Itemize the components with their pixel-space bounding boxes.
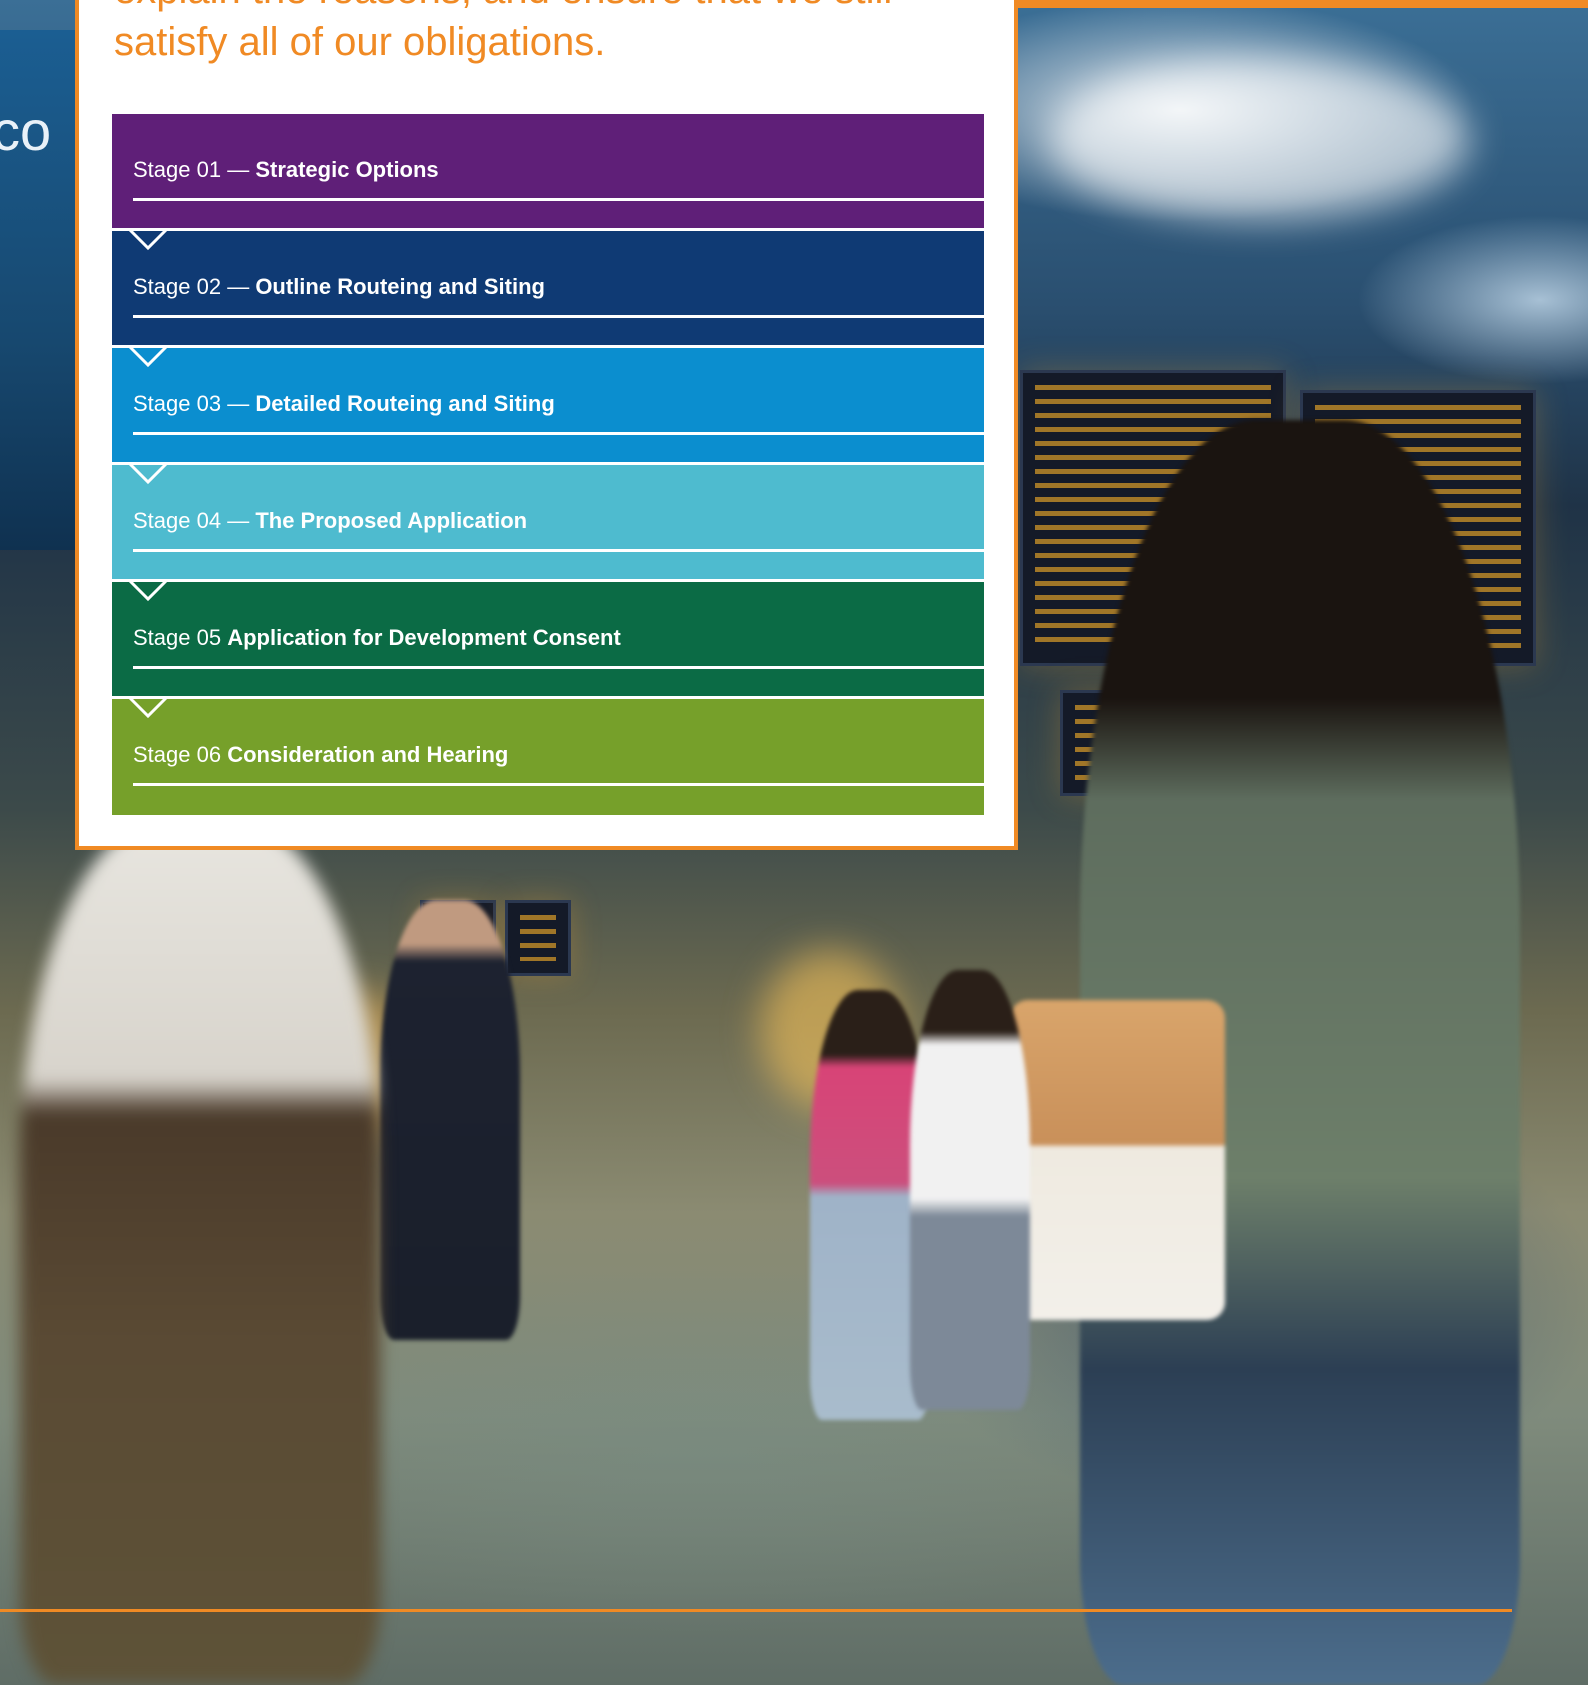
stage-label: Stage 03 — Detailed Routeing and Siting <box>133 391 984 417</box>
stage-underline <box>133 549 984 552</box>
stage-separator: — <box>221 157 256 182</box>
stage-row-04: Stage 04 — The Proposed Application <box>112 462 984 582</box>
stage-row-02: Stage 02 — Outline Routeing and Siting <box>112 228 984 348</box>
stage-number: Stage 05 <box>133 625 222 650</box>
stage-title: Detailed Routeing and Siting <box>255 391 555 416</box>
stage-number: Stage 06 <box>133 742 222 767</box>
stage-row-01: Stage 01 — Strategic Options <box>112 114 984 231</box>
stage-number: Stage 03 <box>133 391 222 416</box>
stage-separator: — <box>221 274 256 299</box>
stage-row-05: Stage 05 Application for Development Con… <box>112 579 984 699</box>
chevron-down-icon <box>128 696 168 719</box>
chevron-down-icon <box>128 462 168 485</box>
station-sign-text: co <box>0 99 52 162</box>
stage-label: Stage 01 — Strategic Options <box>133 157 984 183</box>
blurred-walker-figure <box>20 820 380 1685</box>
bag <box>1010 1000 1225 1320</box>
stage-title: The Proposed Application <box>255 508 528 533</box>
page: co explain the reasons, and ensure that … <box>0 0 1588 1685</box>
stage-underline <box>133 783 984 786</box>
top-accent-rule <box>1018 0 1588 8</box>
stage-label: Stage 02 — Outline Routeing and Siting <box>133 274 984 300</box>
chevron-down-icon <box>128 228 168 251</box>
stage-row-06: Stage 06 Consideration and Hearing <box>112 696 984 815</box>
chevron-down-icon <box>128 579 168 602</box>
stage-separator: — <box>221 391 256 416</box>
intro-text: explain the reasons, and ensure that we … <box>114 0 892 64</box>
stage-row-03: Stage 03 — Detailed Routeing and Siting <box>112 345 984 465</box>
stage-underline <box>133 432 984 435</box>
stage-underline <box>133 198 984 201</box>
man-figure <box>380 900 520 1340</box>
stage-title: Strategic Options <box>255 157 439 182</box>
stage-number: Stage 01 <box>133 157 222 182</box>
stage-title: Application for Development Consent <box>227 625 621 650</box>
stage-label: Stage 05 Application for Development Con… <box>133 625 984 651</box>
bottom-accent-rule <box>0 1609 1512 1612</box>
chevron-down-icon <box>128 345 168 368</box>
stage-list: Stage 01 — Strategic Options Stage 02 — … <box>112 114 984 815</box>
stage-label: Stage 06 Consideration and Hearing <box>133 742 984 768</box>
stage-number: Stage 02 <box>133 274 222 299</box>
stage-underline <box>133 666 984 669</box>
stage-title: Outline Routeing and Siting <box>255 274 545 299</box>
stages-panel: explain the reasons, and ensure that we … <box>75 0 1018 850</box>
child-figure <box>910 970 1030 1410</box>
station-sign: co <box>0 30 80 550</box>
stage-number: Stage 04 <box>133 508 222 533</box>
ceiling-light <box>1050 60 1470 220</box>
stage-title: Consideration and Hearing <box>227 742 509 767</box>
stage-separator: — <box>221 508 256 533</box>
stage-underline <box>133 315 984 318</box>
departure-board <box>505 900 571 976</box>
stage-label: Stage 04 — The Proposed Application <box>133 508 984 534</box>
